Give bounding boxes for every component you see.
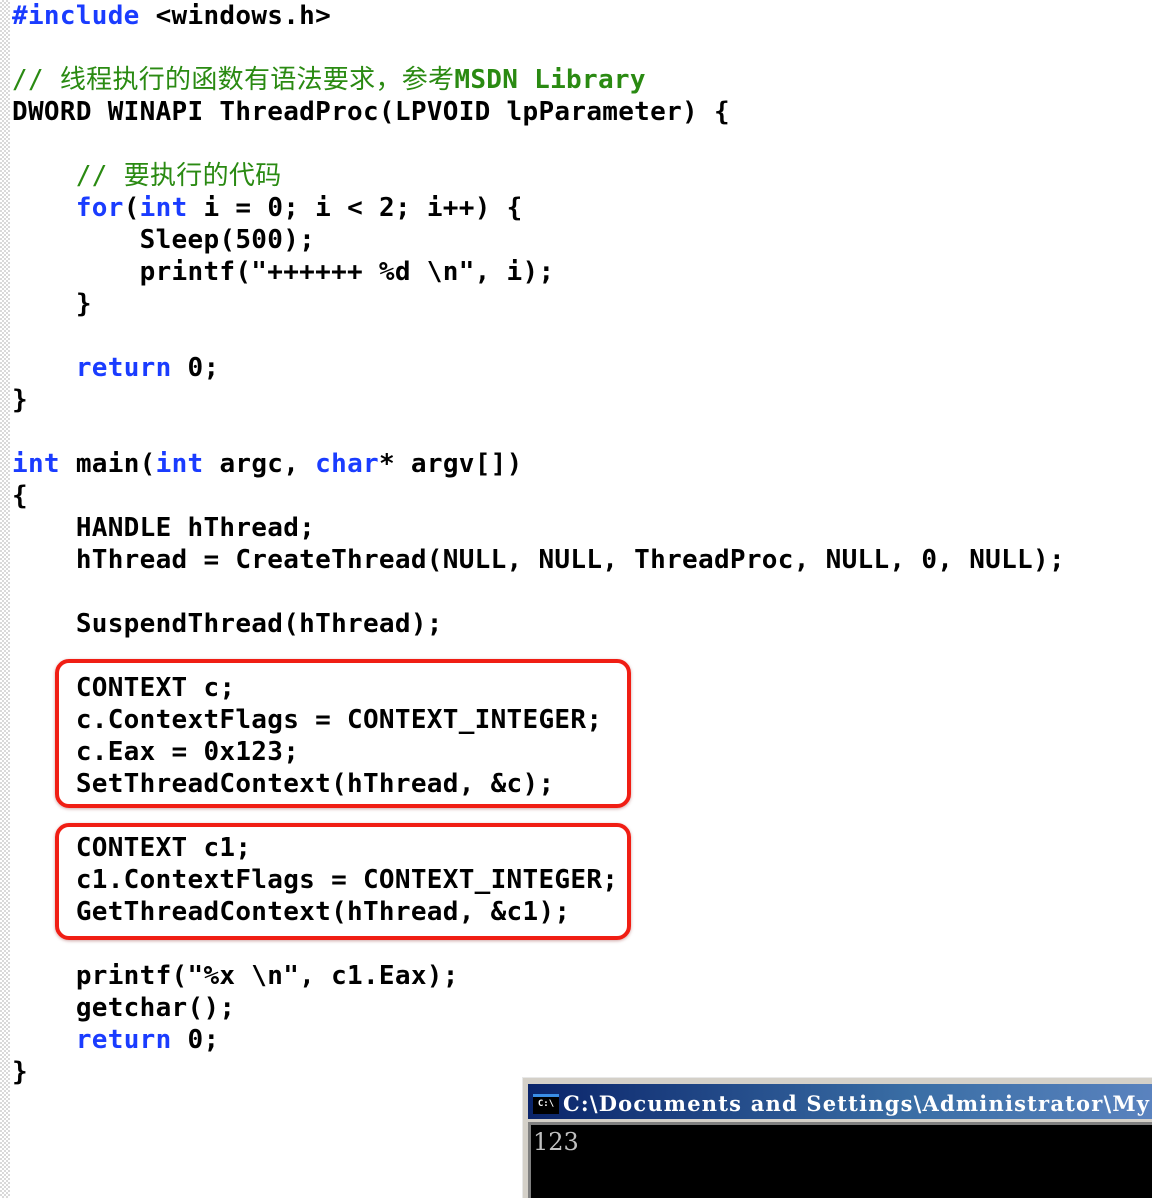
code-line: // 要执行的代码 <box>12 160 1065 192</box>
console-title-bar[interactable]: C:\ C:\Documents and Settings\Administrat… <box>528 1084 1152 1119</box>
code-text: getchar(); <box>12 993 236 1023</box>
screenshot: #include <windows.h> // 线程执行的函数有语法要求，参考M… <box>0 0 1152 1198</box>
code-line: Sleep(500); <box>12 224 1065 256</box>
console-output-text: 123 <box>533 1128 579 1156</box>
code-keyword: int <box>155 449 204 479</box>
code-text: * argv[]) <box>379 449 523 479</box>
code-text: 0; <box>171 353 220 383</box>
code-keyword: char <box>315 449 379 479</box>
code-line: #include <windows.h> <box>12 0 1065 32</box>
code-text: } <box>12 289 92 319</box>
set-thread-context-highlight <box>55 659 631 808</box>
code-comment: // 要执行的代码 <box>75 161 282 191</box>
code-line: HANDLE hThread; <box>12 512 1065 544</box>
code-text: DWORD WINAPI ThreadProc(LPVOID lpParamet… <box>12 97 730 127</box>
code-text: hThread = CreateThread(NULL, NULL, Threa… <box>12 545 1065 575</box>
code-line: hThread = CreateThread(NULL, NULL, Threa… <box>12 544 1065 576</box>
code-line: int main(int argc, char* argv[]) <box>12 448 1065 480</box>
code-line: return 0; <box>12 352 1065 384</box>
code-text: Sleep(500); <box>12 225 316 255</box>
console-output-area[interactable]: 123 <box>528 1122 1152 1198</box>
code-text: printf("++++++ %d \n", i); <box>12 257 555 287</box>
code-keyword: int <box>12 449 60 479</box>
code-line: for(int i = 0; i < 2; i++) { <box>12 192 1065 224</box>
console-title-text: C:\Documents and Settings\Administrator\… <box>563 1091 1151 1116</box>
code-keyword: #include <box>12 1 140 31</box>
code-text: { <box>12 481 28 511</box>
editor-gutter <box>0 0 10 1198</box>
code-line: SuspendThread(hThread); <box>12 608 1065 640</box>
code-comment: // 线程执行的函数有语法要求，参考 <box>12 65 455 95</box>
code-text: HANDLE hThread; <box>12 513 316 543</box>
console-app-icon: C:\ <box>533 1093 559 1114</box>
code-text: } <box>12 385 28 415</box>
code-text: main( <box>59 449 156 479</box>
code-keyword: return <box>75 1025 172 1055</box>
code-keyword: for <box>75 193 124 223</box>
code-text: argc, <box>203 449 316 479</box>
get-thread-context-highlight <box>55 823 631 940</box>
code-line: { <box>12 480 1065 512</box>
code-keyword: int <box>139 193 188 223</box>
code-keyword: return <box>75 353 172 383</box>
code-text: 0; <box>171 1025 220 1055</box>
code-text: i = 0; i < 2; i++) { <box>187 193 523 223</box>
code-text: printf("%x \n", c1.Eax); <box>12 961 459 991</box>
code-line: DWORD WINAPI ThreadProc(LPVOID lpParamet… <box>12 96 1065 128</box>
code-line: // 线程执行的函数有语法要求，参考MSDN Library <box>12 64 1065 96</box>
console-window[interactable]: C:\ C:\Documents and Settings\Administrat… <box>521 1076 1152 1198</box>
code-line: printf("%x \n", c1.Eax); <box>12 960 1065 992</box>
code-text: <windows.h> <box>139 1 332 31</box>
code-line: getchar(); <box>12 992 1065 1024</box>
code-comment: MSDN Library <box>454 65 646 95</box>
code-line: return 0; <box>12 1024 1065 1056</box>
code-line: } <box>12 384 1065 416</box>
code-text: ( <box>123 193 140 223</box>
code-text: SuspendThread(hThread); <box>12 609 443 639</box>
code-text: } <box>12 1057 28 1087</box>
code-line: } <box>12 288 1065 320</box>
code-line: printf("++++++ %d \n", i); <box>12 256 1065 288</box>
